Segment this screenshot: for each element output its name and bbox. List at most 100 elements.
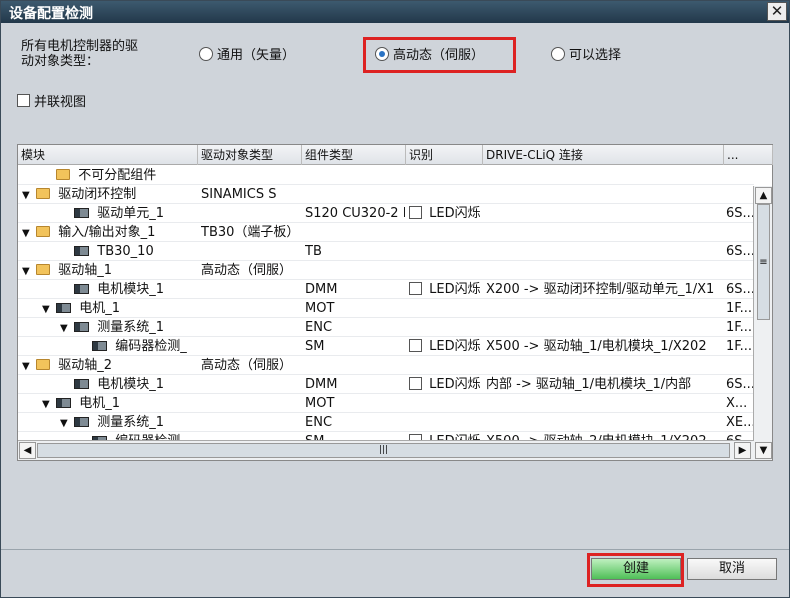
close-icon[interactable]: ✕ xyxy=(767,2,787,21)
module-name: 驱动轴_2 xyxy=(58,358,113,373)
radio-selectable[interactable]: 可以选择 xyxy=(551,44,621,63)
identification-label: LED闪烁 xyxy=(429,206,481,221)
table-row[interactable]: ▼ 电机_1 MOT 1F... xyxy=(18,299,754,318)
component-type-cell: DMM xyxy=(305,282,338,297)
scroll-down-button[interactable]: ▼ xyxy=(755,442,772,459)
table-row[interactable]: 电机模块_1 DMM LED闪烁 X200 -> 驱动闭环控制/驱动单元_1/X… xyxy=(18,280,754,299)
expand-toggle-icon[interactable]: ▼ xyxy=(22,262,32,281)
radio-circle[interactable] xyxy=(551,46,565,61)
module-cell: 编码器检测 xyxy=(78,432,198,440)
table-row[interactable]: ▼ 驱动轴_2 高动态（伺服） xyxy=(18,356,754,375)
component-type-cell: DMM xyxy=(305,377,338,392)
radio-label-high-dynamic: 高动态（伺服） xyxy=(393,48,485,63)
folder-icon xyxy=(36,226,51,237)
thumb-grip-icon: ≡ xyxy=(759,257,768,268)
vertical-scroll-thumb[interactable]: ≡ xyxy=(757,204,770,320)
folder-icon xyxy=(56,169,71,180)
parallel-view-checkbox[interactable]: 并联视图 xyxy=(17,91,86,110)
table-row[interactable]: 编码器检测 SM LED闪烁 X500 -> 驱动轴_2/电机模块_1/X202… xyxy=(18,432,754,440)
table-row[interactable]: 驱动单元_1 S120 CU320-2 PN LED闪烁 6S... xyxy=(18,204,754,223)
cancel-button[interactable]: 取消 xyxy=(687,558,777,580)
expand-toggle-icon[interactable]: ▼ xyxy=(22,357,32,376)
checkbox-box[interactable] xyxy=(17,94,30,107)
module-cell: ▼ 驱动轴_1 xyxy=(22,261,198,281)
table-row[interactable]: TB30_10 TB 6S... xyxy=(18,242,754,261)
extra-cell: 1F... xyxy=(726,339,753,354)
expand-toggle-icon[interactable]: ▼ xyxy=(42,395,52,414)
module-cell: ▼ 电机_1 xyxy=(42,299,198,319)
module-cell: ▼ 测量系统_1 xyxy=(60,318,198,338)
module-icon xyxy=(74,208,90,218)
vertical-scrollbar[interactable]: ▲ ≡ ▼ xyxy=(753,186,772,460)
expand-toggle-icon[interactable]: ▼ xyxy=(60,319,70,338)
table-row[interactable]: ▼ 测量系统_1 ENC 1F... xyxy=(18,318,754,337)
led-blink-checkbox[interactable] xyxy=(409,206,422,219)
radio-label-selectable: 可以选择 xyxy=(569,48,622,63)
module-icon xyxy=(74,379,90,389)
header-component-type[interactable]: 组件类型 xyxy=(302,145,406,165)
scroll-up-button[interactable]: ▲ xyxy=(755,187,772,204)
identification-cell: LED闪烁 xyxy=(409,337,483,356)
extra-cell: 6S... xyxy=(726,432,754,440)
component-type-cell: MOT xyxy=(305,301,335,316)
thumb-grip-icon: ||| xyxy=(378,445,389,455)
component-type-cell: SM xyxy=(305,432,405,440)
led-blink-checkbox[interactable] xyxy=(409,282,422,295)
drive-object-type-label: 所有电机控制器的驱 动对象类型： xyxy=(21,39,139,69)
footer-divider xyxy=(1,549,789,550)
expand-toggle-icon[interactable]: ▼ xyxy=(42,300,52,319)
folder-icon xyxy=(36,359,51,370)
module-name: TB30_10 xyxy=(97,244,154,259)
header-module[interactable]: 模块 xyxy=(18,145,198,165)
table-row[interactable]: ▼ 测量系统_1 ENC XE... xyxy=(18,413,754,432)
title-bar: 设备配置检测 ✕ xyxy=(1,1,789,23)
create-button[interactable]: 创建 xyxy=(591,558,681,580)
device-configuration-detection-dialog: 设备配置检测 ✕ 所有电机控制器的驱 动对象类型： 通用（矢量） 高动态（伺服）… xyxy=(0,0,790,598)
horizontal-scrollbar[interactable]: ◀ ||| ▶ xyxy=(18,440,754,460)
radio-general-vector[interactable]: 通用（矢量） xyxy=(199,44,295,63)
extra-cell: 6S... xyxy=(726,206,754,221)
module-name: 编码器检测_ xyxy=(115,339,187,354)
component-type-cell: SM xyxy=(305,339,325,354)
table-row[interactable]: ▼ 驱动轴_1 高动态（伺服） xyxy=(18,261,754,280)
component-type-cell: S120 CU320-2 PN xyxy=(305,206,405,221)
header-identification[interactable]: 识别 xyxy=(406,145,483,165)
table-row[interactable]: 电机模块_1 DMM LED闪烁 内部 -> 驱动轴_1/电机模块_1/内部 6… xyxy=(18,375,754,394)
identification-cell: LED闪烁 xyxy=(409,375,483,394)
identification-label: LED闪烁 xyxy=(429,377,481,392)
identification-label: LED闪烁 xyxy=(429,282,481,297)
header-drive-cliq-connection[interactable]: DRIVE-CLiQ 连接 xyxy=(483,145,724,165)
module-icon xyxy=(56,303,72,313)
led-blink-checkbox[interactable] xyxy=(409,377,422,390)
expand-toggle-icon[interactable]: ▼ xyxy=(22,186,32,205)
expand-toggle-icon[interactable]: ▼ xyxy=(60,414,70,433)
led-blink-checkbox[interactable] xyxy=(409,339,422,352)
table-row[interactable]: ▼ 电机_1 MOT X... xyxy=(18,394,754,413)
dialog-body: 所有电机控制器的驱 动对象类型： 通用（矢量） 高动态（伺服） 可以选择 并联视… xyxy=(1,23,789,597)
identification-label: LED闪烁 xyxy=(429,339,481,354)
drive-object-type-cell: TB30（端子板） xyxy=(201,225,300,240)
connection-cell: X500 -> 驱动轴_1/电机模块_1/X202 xyxy=(486,339,707,354)
extra-cell: 6S... xyxy=(726,244,754,259)
radio-high-dynamic-servo[interactable]: 高动态（伺服） xyxy=(375,44,484,63)
table-row[interactable]: ▼ 输入/输出对象_1 TB30（端子板） xyxy=(18,223,754,242)
table-row[interactable]: 不可分配组件 xyxy=(18,166,754,185)
module-icon xyxy=(56,398,72,408)
table-row[interactable]: 编码器检测_ SM LED闪烁 X500 -> 驱动轴_1/电机模块_1/X20… xyxy=(18,337,754,356)
scroll-right-button[interactable]: ▶ xyxy=(734,442,751,459)
component-type-cell: TB xyxy=(305,244,322,259)
header-more[interactable]: ... xyxy=(724,145,773,165)
connection-cell: X200 -> 驱动闭环控制/驱动单元_1/X1 xyxy=(486,282,715,297)
radio-circle-checked[interactable] xyxy=(375,46,389,61)
table-row[interactable]: ▼ 驱动闭环控制 SINAMICS S xyxy=(18,185,754,204)
header-drive-object-type[interactable]: 驱动对象类型 xyxy=(198,145,302,165)
radio-circle[interactable] xyxy=(199,46,213,61)
table-header: 模块 驱动对象类型 组件类型 识别 DRIVE-CLiQ 连接 ... xyxy=(18,145,773,165)
expand-toggle-icon[interactable]: ▼ xyxy=(22,224,32,243)
radio-label-general: 通用（矢量） xyxy=(217,48,296,63)
horizontal-scroll-thumb[interactable]: ||| xyxy=(37,443,730,458)
scroll-left-button[interactable]: ◀ xyxy=(19,442,36,459)
extra-cell: 6S... xyxy=(726,282,754,297)
folder-icon xyxy=(36,264,51,275)
module-cell: ▼ 驱动轴_2 xyxy=(22,356,198,376)
